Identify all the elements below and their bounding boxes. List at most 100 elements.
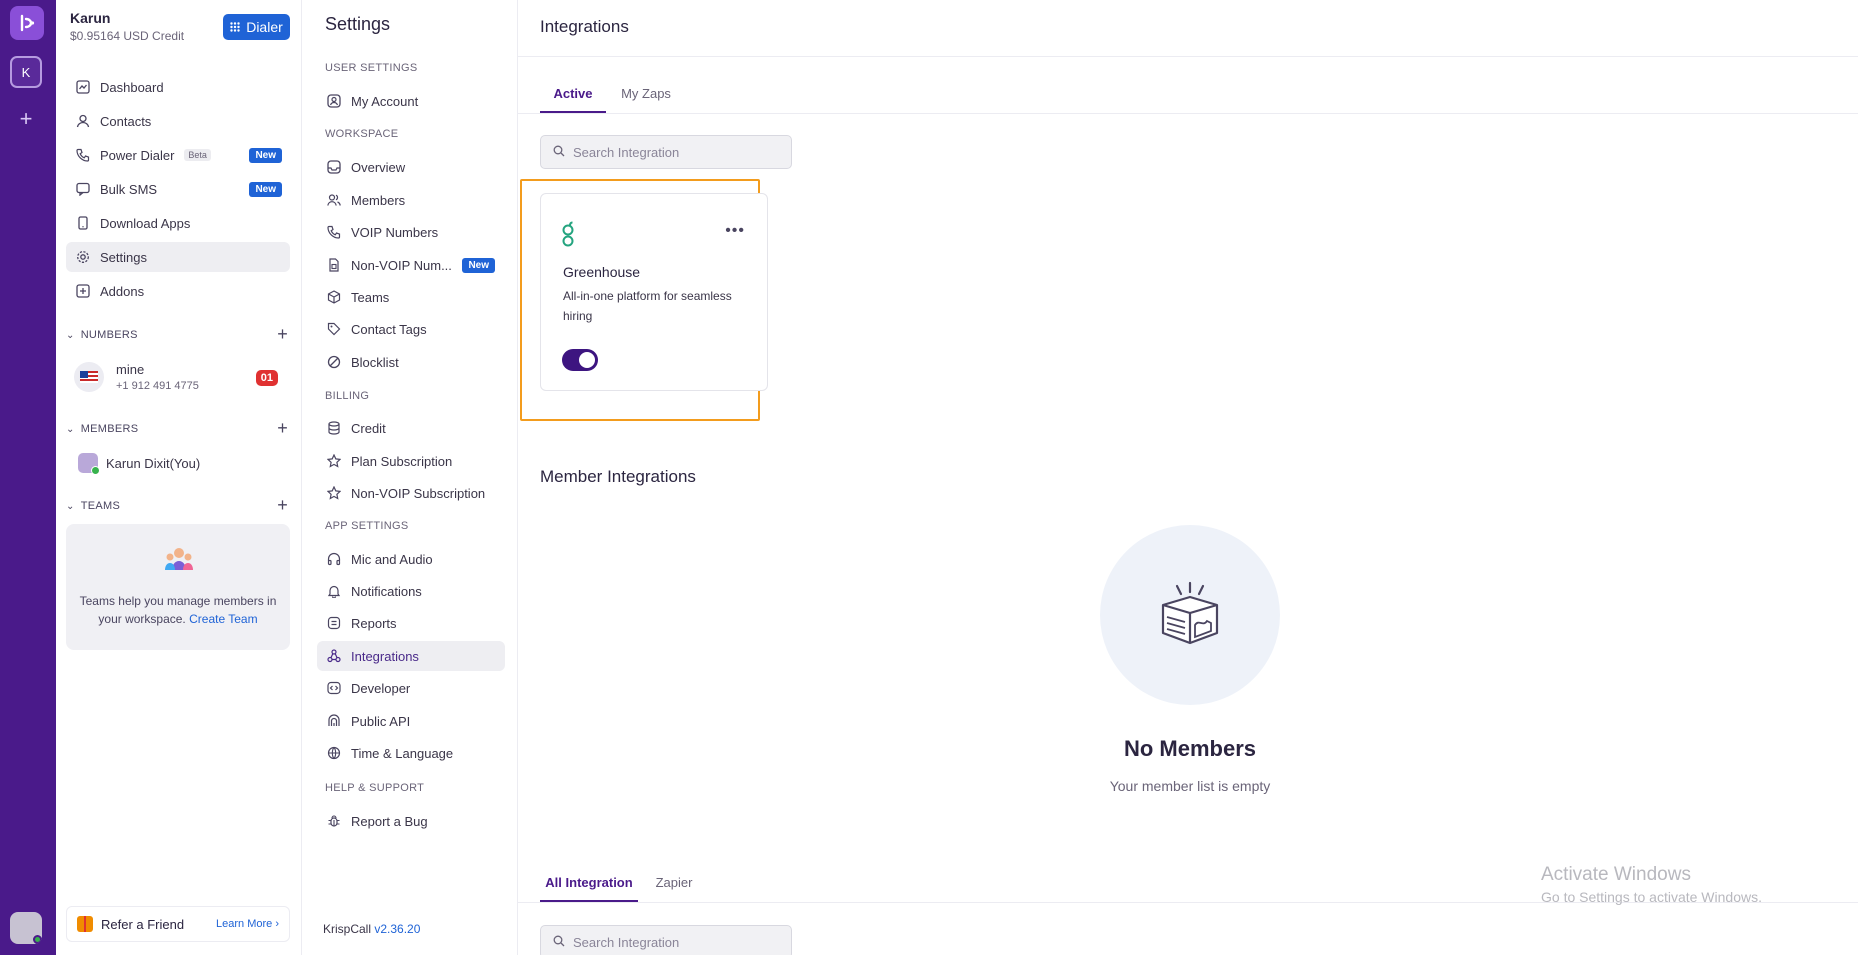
help-support-header: HELP & SUPPORT bbox=[325, 782, 425, 794]
teams-empty-text: Teams help you manage members in your wo… bbox=[76, 592, 280, 628]
settings-item-integrations[interactable]: Integrations bbox=[317, 641, 505, 671]
page-title: Integrations bbox=[540, 17, 629, 36]
headphones-icon bbox=[327, 552, 341, 566]
dialer-button[interactable]: Dialer bbox=[223, 14, 290, 40]
settings-panel: Settings USER SETTINGS My Account WORKSP… bbox=[302, 0, 518, 955]
settings-item-label: Integrations bbox=[351, 648, 419, 664]
tab-my-zaps[interactable]: My Zaps bbox=[616, 86, 676, 113]
settings-item-blocklist[interactable]: Blocklist bbox=[317, 347, 505, 377]
settings-item-report-bug[interactable]: Report a Bug bbox=[317, 806, 505, 836]
sidebar: Karun $0.95164 USD Credit Dialer Dashboa… bbox=[56, 0, 302, 955]
chevron-right-icon: › bbox=[275, 918, 279, 930]
user-avatar[interactable] bbox=[10, 912, 42, 944]
sidebar-item-bulk-sms[interactable]: Bulk SMS New bbox=[66, 174, 290, 204]
settings-item-contact-tags[interactable]: Contact Tags bbox=[317, 314, 505, 344]
globe-icon bbox=[327, 746, 341, 760]
tag-icon bbox=[327, 322, 341, 336]
settings-item-notifications[interactable]: Notifications bbox=[317, 576, 505, 606]
members-section-header[interactable]: ⌄ MEMBERS + bbox=[66, 418, 290, 439]
settings-item-plan-subscription[interactable]: Plan Subscription bbox=[317, 446, 505, 476]
integration-toggle[interactable] bbox=[562, 349, 598, 371]
sidebar-item-label: Bulk SMS bbox=[100, 181, 158, 197]
sim-card-icon bbox=[327, 258, 341, 272]
section-label: NUMBERS bbox=[80, 329, 138, 341]
integration-name: Greenhouse bbox=[563, 264, 641, 280]
create-team-link[interactable]: Create Team bbox=[189, 612, 257, 626]
settings-item-developer[interactable]: Developer bbox=[317, 673, 505, 703]
settings-item-teams[interactable]: Teams bbox=[317, 282, 505, 312]
section-label: TEAMS bbox=[80, 500, 121, 512]
settings-item-non-voip-numbers[interactable]: Non-VOIP Num... New bbox=[317, 250, 505, 280]
online-status-icon bbox=[33, 935, 42, 944]
integration-card-greenhouse[interactable]: ••• Greenhouse All-in-one platform for s… bbox=[540, 193, 768, 391]
sidebar-item-settings[interactable]: Settings bbox=[66, 242, 290, 272]
settings-item-mic-audio[interactable]: Mic and Audio bbox=[317, 544, 505, 574]
refer-friend-banner[interactable]: Refer a Friend Learn More › bbox=[66, 906, 290, 942]
member-item[interactable]: Karun Dixit(You) bbox=[78, 452, 200, 475]
integration-description: All-in-one platform for seamless hiring bbox=[563, 289, 732, 323]
dialer-label: Dialer bbox=[246, 19, 283, 35]
tab-all-integration[interactable]: All Integration bbox=[540, 875, 638, 902]
billing-header: BILLING bbox=[325, 390, 370, 402]
numbers-section-header[interactable]: ⌄ NUMBERS + bbox=[66, 324, 290, 345]
settings-title: Settings bbox=[325, 14, 391, 34]
sidebar-item-download-apps[interactable]: Download Apps bbox=[66, 208, 290, 238]
bell-icon bbox=[327, 584, 341, 598]
sidebar-item-label: Download Apps bbox=[100, 215, 191, 231]
search-input[interactable]: Search Integration bbox=[540, 135, 792, 169]
settings-item-public-api[interactable]: Public API bbox=[317, 706, 505, 736]
settings-item-label: Plan Subscription bbox=[351, 453, 453, 469]
app-version: KrispCall v2.36.20 bbox=[323, 922, 420, 936]
krispcall-logo[interactable] bbox=[10, 6, 44, 40]
add-member-icon[interactable]: + bbox=[277, 418, 288, 439]
search-placeholder: Search Integration bbox=[573, 934, 680, 950]
new-badge: New bbox=[249, 182, 282, 197]
settings-item-overview[interactable]: Overview bbox=[317, 152, 505, 182]
search-input-all[interactable]: Search Integration bbox=[540, 925, 792, 955]
sidebar-item-power-dialer[interactable]: Power Dialer Beta New bbox=[66, 140, 290, 170]
workspace-switcher[interactable]: K bbox=[10, 56, 42, 88]
settings-item-label: Teams bbox=[351, 289, 390, 305]
sidebar-item-addons[interactable]: Addons bbox=[66, 276, 290, 306]
bug-icon bbox=[327, 814, 341, 828]
team-illustration-icon bbox=[164, 546, 194, 579]
settings-item-credit[interactable]: Credit bbox=[317, 413, 505, 443]
settings-item-voip-numbers[interactable]: VOIP Numbers bbox=[317, 217, 505, 247]
number-name: mine bbox=[116, 362, 145, 377]
tab-zapier[interactable]: Zapier bbox=[648, 875, 700, 902]
app-rail: K + bbox=[0, 0, 56, 955]
account-credit: $0.95164 USD Credit bbox=[70, 29, 185, 43]
us-flag-icon bbox=[74, 362, 104, 392]
member-avatar bbox=[78, 453, 100, 475]
number-item[interactable]: mine +1 912 491 4775 01 bbox=[74, 358, 294, 396]
settings-item-my-account[interactable]: My Account bbox=[317, 86, 505, 116]
settings-item-time-language[interactable]: Time & Language bbox=[317, 738, 505, 768]
section-label: MEMBERS bbox=[80, 423, 139, 435]
gear-icon bbox=[76, 250, 90, 264]
settings-item-reports[interactable]: Reports bbox=[317, 608, 505, 638]
sidebar-item-label: Contacts bbox=[100, 113, 152, 129]
open-box-icon bbox=[1155, 581, 1225, 650]
settings-item-label: Credit bbox=[351, 420, 386, 436]
settings-item-non-voip-subscription[interactable]: Non-VOIP Subscription bbox=[317, 478, 505, 508]
add-number-icon[interactable]: + bbox=[277, 324, 288, 345]
add-workspace-icon[interactable]: + bbox=[16, 108, 36, 130]
version-number: v2.36.20 bbox=[374, 922, 421, 936]
tab-active[interactable]: Active bbox=[540, 86, 606, 113]
sidebar-item-dashboard[interactable]: Dashboard bbox=[66, 72, 290, 102]
mobile-icon bbox=[76, 216, 90, 230]
refer-label: Refer a Friend bbox=[101, 916, 185, 932]
settings-item-label: Non-VOIP Subscription bbox=[351, 485, 486, 501]
teams-section-header[interactable]: ⌄ TEAMS + bbox=[66, 495, 290, 516]
learn-more-label: Learn More bbox=[216, 918, 273, 930]
add-team-icon[interactable]: + bbox=[277, 495, 288, 516]
code-icon bbox=[327, 681, 341, 695]
learn-more-link[interactable]: Learn More › bbox=[216, 918, 279, 930]
new-badge: New bbox=[462, 258, 495, 273]
more-options-icon[interactable]: ••• bbox=[725, 222, 745, 240]
settings-item-members[interactable]: Members bbox=[317, 185, 505, 215]
sidebar-item-contacts[interactable]: Contacts bbox=[66, 106, 290, 136]
settings-item-label: Notifications bbox=[351, 583, 422, 599]
workspace-header: WORKSPACE bbox=[325, 128, 399, 140]
inbox-icon bbox=[327, 160, 341, 174]
